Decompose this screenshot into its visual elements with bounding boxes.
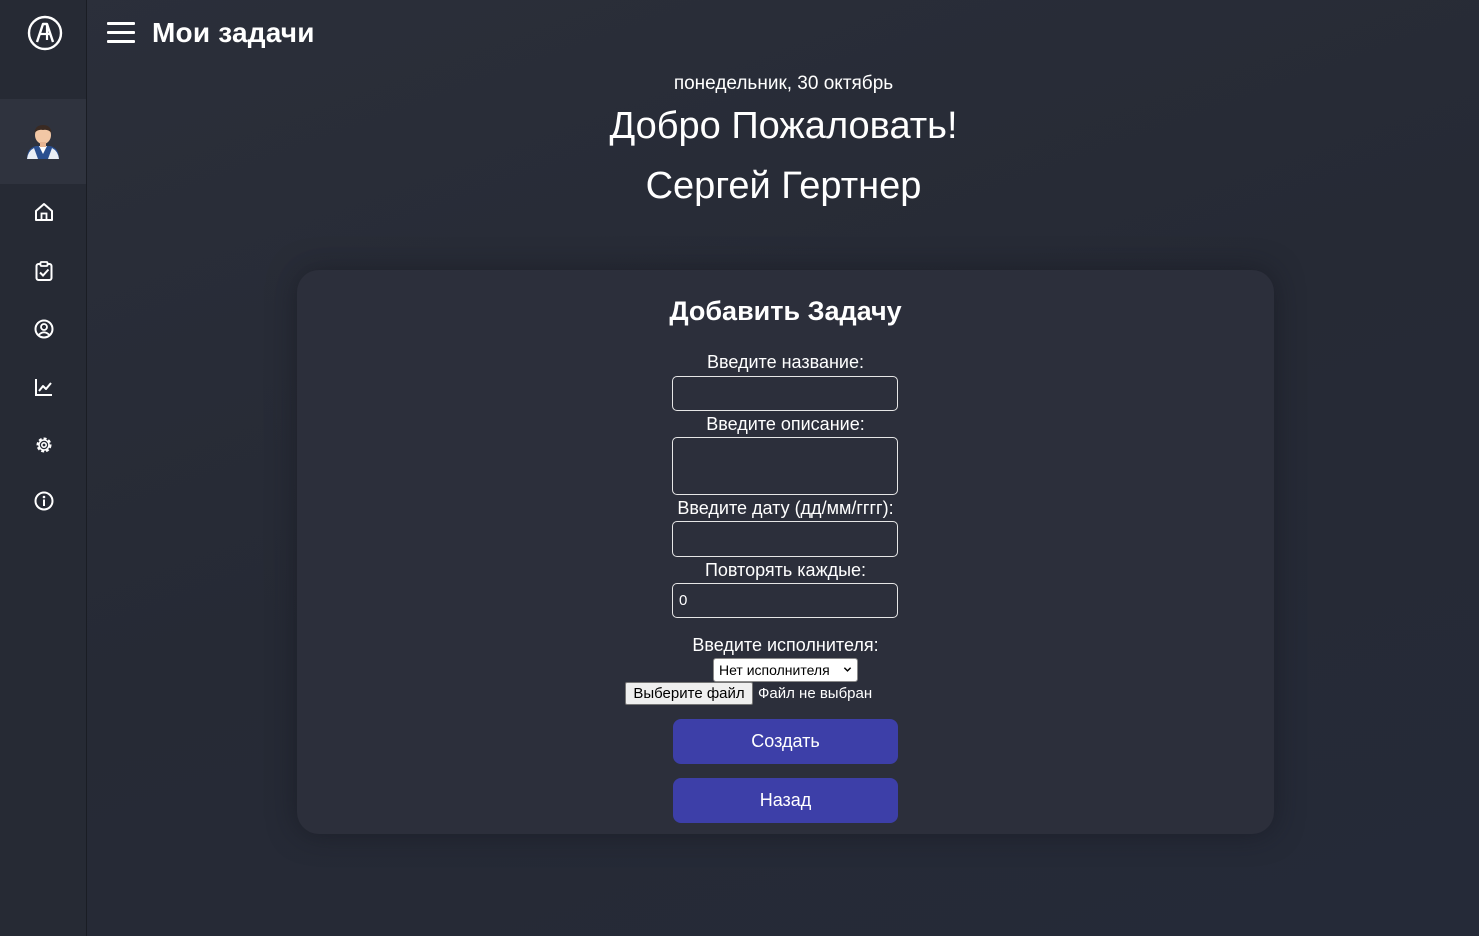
- hamburger-menu-icon[interactable]: [107, 22, 135, 46]
- repeat-input[interactable]: [672, 583, 898, 618]
- clipboard-check-icon[interactable]: [33, 260, 55, 282]
- date-label: Введите дату (дд/мм/гггг):: [677, 498, 894, 518]
- chevron-down-icon: [843, 667, 852, 672]
- repeat-label: Повторять каждые:: [704, 560, 867, 580]
- home-icon[interactable]: [33, 201, 55, 223]
- welcome-heading: Добро Пожаловать!: [609, 105, 958, 147]
- file-status: Файл не выбран: [758, 685, 873, 702]
- user-circle-icon[interactable]: [33, 318, 55, 340]
- assignee-selected-value: Нет исполнителя: [719, 662, 830, 678]
- name-label: Введите название:: [707, 352, 864, 372]
- chart-line-icon[interactable]: [33, 376, 55, 398]
- brand-logo-icon[interactable]: [26, 14, 64, 52]
- profile-avatar-cell[interactable]: [0, 99, 86, 184]
- form-title: Добавить Задачу: [669, 296, 902, 326]
- user-avatar-icon: [27, 125, 59, 159]
- description-label: Введите описание:: [706, 414, 865, 434]
- user-name: Сергей Гертнер: [645, 165, 922, 207]
- page-title: Мои задачи: [152, 17, 315, 48]
- gear-icon[interactable]: [33, 434, 55, 456]
- task-name-input[interactable]: [672, 376, 898, 411]
- choose-file-button[interactable]: Выберите файл: [625, 682, 753, 705]
- sidebar: [0, 0, 87, 936]
- current-date: понедельник, 30 октябрь: [673, 73, 894, 94]
- assignee-select[interactable]: Нет исполнителя: [713, 658, 858, 682]
- back-button[interactable]: Назад: [673, 778, 898, 823]
- assignee-label: Введите исполнителя:: [692, 635, 879, 655]
- create-button[interactable]: Создать: [673, 719, 898, 764]
- info-icon[interactable]: [33, 490, 55, 512]
- add-task-card: Добавить Задачу Введите название: Введит…: [297, 270, 1274, 834]
- header: Мои задачи: [88, 0, 1479, 68]
- task-description-input[interactable]: [672, 437, 898, 495]
- task-date-input[interactable]: [672, 521, 898, 557]
